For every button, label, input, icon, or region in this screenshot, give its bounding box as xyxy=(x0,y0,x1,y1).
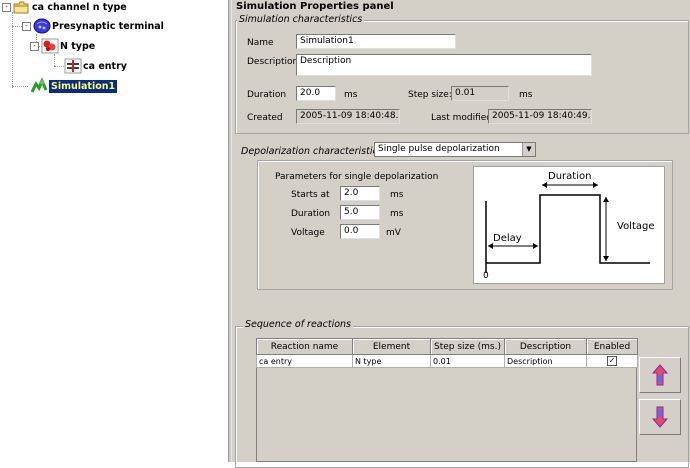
reactions-title: Sequence of reactions xyxy=(243,319,353,330)
move-down-icon xyxy=(651,406,669,428)
properties-panel: Simulation Properties panel Simulation c… xyxy=(232,0,690,468)
reaction-name-cell[interactable]: ca entry xyxy=(256,354,353,368)
step-size-label: Step size: xyxy=(408,90,452,100)
reactions-table: Reaction name Element Step size (ms.) De… xyxy=(256,338,638,462)
step-size-cell[interactable]: 0.01 xyxy=(430,354,505,368)
column-header[interactable]: Step size (ms.) xyxy=(430,338,505,355)
channel-icon xyxy=(41,38,59,54)
tree-label-channel: N type xyxy=(60,40,96,52)
tree-label-reaction: ca entry xyxy=(83,60,127,72)
pulse-duration-label: Duration xyxy=(291,209,331,219)
step-size-unit: ms xyxy=(519,90,533,100)
simulation-icon xyxy=(30,77,48,94)
reaction-icon xyxy=(64,58,82,74)
chevron-down-icon[interactable]: ▼ xyxy=(522,143,535,156)
tree-node-channel[interactable]: - N type xyxy=(30,37,95,55)
tree-node-reaction[interactable]: ca entry xyxy=(64,57,127,75)
starts-at-label: Starts at xyxy=(291,190,330,200)
tree-connector xyxy=(12,26,22,27)
description-field[interactable]: Description xyxy=(296,54,592,76)
column-header[interactable]: Description xyxy=(504,338,587,355)
tree-node-simulation[interactable]: Simulation1 xyxy=(30,77,118,95)
terminal-icon xyxy=(33,18,51,34)
move-up-button[interactable] xyxy=(639,357,681,393)
collapse-toggle[interactable]: - xyxy=(22,21,31,31)
column-header[interactable]: Enabled xyxy=(586,338,638,355)
move-up-icon xyxy=(651,364,669,386)
diagram-delay-label: Delay xyxy=(493,233,522,244)
pulse-duration-field[interactable]: 5.0 xyxy=(340,205,380,220)
enabled-cell: ✓ xyxy=(586,354,638,368)
tree-label-simulation: Simulation1 xyxy=(49,79,118,93)
pulse-diagram: Duration Voltage Delay 0 xyxy=(473,166,665,284)
pulse-duration-unit: ms xyxy=(390,209,404,219)
step-size-field: 0.01 xyxy=(451,86,509,101)
tree-connector xyxy=(54,54,55,66)
starts-at-unit: ms xyxy=(390,190,404,200)
enabled-checkbox[interactable]: ✓ xyxy=(607,356,617,366)
duration-label: Duration xyxy=(247,90,287,100)
tree-node-project[interactable]: - ca channel n type xyxy=(2,0,127,16)
created-label: Created xyxy=(247,113,283,123)
last-modified-label: Last modified xyxy=(431,113,493,123)
params-title: Parameters for single depolarization xyxy=(275,172,439,182)
tree-label-terminal: Presynaptic terminal xyxy=(52,20,164,32)
created-field: 2005-11-09 18:40:48.0 xyxy=(296,109,400,124)
diagram-duration-label: Duration xyxy=(548,171,592,182)
depolarization-select[interactable]: Single pulse depolarization ▼ xyxy=(374,142,536,157)
collapse-toggle[interactable]: - xyxy=(30,41,39,51)
tree-label-project: ca channel n type xyxy=(32,1,127,13)
name-field[interactable]: Simulation1 xyxy=(296,34,456,49)
voltage-field[interactable]: 0.0 xyxy=(340,224,380,239)
element-cell[interactable]: N type xyxy=(352,354,431,368)
table-header-row: Reaction name Element Step size (ms.) De… xyxy=(256,338,638,355)
tree-connector xyxy=(54,66,64,67)
collapse-toggle[interactable]: - xyxy=(2,2,11,12)
tree-node-terminal[interactable]: - Presynaptic terminal xyxy=(22,17,164,35)
move-down-button[interactable] xyxy=(639,399,681,435)
tree-connector xyxy=(12,12,13,88)
column-header[interactable]: Reaction name xyxy=(256,338,353,355)
depolarization-select-value: Single pulse depolarization xyxy=(378,144,500,154)
column-header[interactable]: Element xyxy=(352,338,431,355)
description-cell[interactable]: Description xyxy=(504,354,587,368)
simulation-characteristics-title: Simulation characteristics xyxy=(237,14,365,25)
table-row[interactable]: ca entry N type 0.01 Description ✓ xyxy=(256,354,638,368)
depolarization-label: Depolarization characteristics xyxy=(241,146,383,157)
panel-title: Simulation Properties panel xyxy=(236,1,394,12)
folder-icon xyxy=(13,0,29,15)
diagram-zero-label: 0 xyxy=(483,271,489,281)
tree-panel: - ca channel n type - Presynaptic termin… xyxy=(0,0,228,462)
voltage-unit: mV xyxy=(386,228,401,238)
diagram-voltage-label: Voltage xyxy=(617,221,655,232)
description-label: Description xyxy=(247,57,299,67)
last-modified-field: 2005-11-09 18:40:49.0 xyxy=(488,109,592,124)
duration-field[interactable]: 20.0 xyxy=(296,86,336,101)
tree-connector xyxy=(12,86,28,87)
starts-at-field[interactable]: 2.0 xyxy=(340,186,380,201)
duration-unit: ms xyxy=(344,90,358,100)
voltage-label: Voltage xyxy=(291,228,325,238)
name-label: Name xyxy=(247,38,274,48)
